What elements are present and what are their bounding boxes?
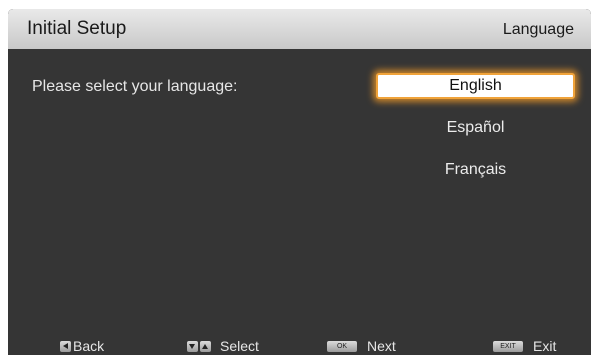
page-title: Initial Setup <box>27 18 127 39</box>
next-label: Next <box>367 338 396 354</box>
back-hint[interactable]: Back <box>60 338 104 354</box>
exit-hint[interactable]: EXIT Exit <box>493 338 556 354</box>
exit-label: Exit <box>533 338 557 354</box>
language-option-spanish[interactable]: Español <box>376 115 575 141</box>
language-list: English Español Français <box>376 73 575 199</box>
language-option-french[interactable]: Français <box>376 157 575 183</box>
select-label: Select <box>220 338 259 354</box>
up-arrow-key-icon <box>200 340 211 352</box>
language-option-english[interactable]: English <box>376 73 575 99</box>
ok-key-icon: OK <box>327 340 357 352</box>
setup-screen: Initial Setup Language Please select you… <box>8 9 591 355</box>
language-prompt: Please select your language: <box>32 78 238 95</box>
footer-hints: Back Select OK Next EXIT Exit <box>8 336 591 355</box>
select-hint[interactable]: Select <box>187 338 259 354</box>
left-arrow-key-icon <box>60 340 71 352</box>
exit-key-icon: EXIT <box>493 340 523 352</box>
back-label: Back <box>73 338 105 354</box>
section-title: Language <box>502 21 574 38</box>
down-arrow-key-icon <box>187 340 198 352</box>
header-bar: Initial Setup Language <box>8 9 591 49</box>
next-hint[interactable]: OK Next <box>327 338 396 354</box>
